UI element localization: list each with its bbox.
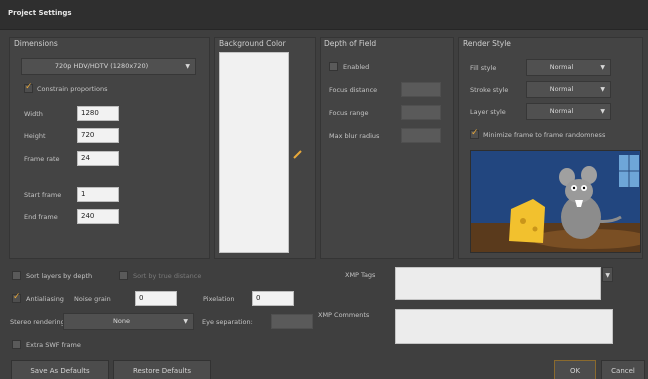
title-bar — [0, 0, 648, 30]
xmp-tags-dropdown-button[interactable]: ▼ — [602, 267, 613, 282]
pixelation-label: Pixelation — [203, 295, 235, 303]
check-icon: ✓ — [25, 82, 33, 92]
preset-dropdown[interactable]: 720p HDV/HDTV (1280x720) ▼ — [21, 58, 196, 75]
dimensions-title: Dimensions — [14, 39, 58, 48]
eye-separation-label: Eye separation: — [202, 318, 253, 326]
fill-style-label: Fill style — [470, 64, 497, 72]
save-as-defaults-button[interactable]: Save As Defaults — [11, 360, 109, 379]
chevron-down-icon: ▼ — [600, 86, 605, 93]
sort-true-distance-label: Sort by true distance — [133, 272, 202, 280]
end-frame-label: End frame — [24, 213, 58, 221]
focus-range-label: Focus range — [329, 109, 369, 117]
stereo-rendering-value: None — [113, 317, 130, 325]
focus-distance-field[interactable] — [401, 82, 441, 97]
check-icon: ✓ — [471, 128, 479, 138]
background-color-swatch[interactable] — [219, 52, 289, 253]
stereo-rendering-dropdown[interactable]: None ▼ — [63, 313, 194, 330]
sort-by-depth-label: Sort layers by depth — [26, 272, 93, 280]
stroke-style-value: Normal — [549, 85, 574, 93]
framerate-field[interactable]: 24 — [77, 151, 119, 166]
height-field[interactable]: 720 — [77, 128, 119, 143]
framerate-label: Frame rate — [24, 155, 60, 163]
chevron-down-icon: ▼ — [600, 108, 605, 115]
width-label: Width — [24, 110, 43, 118]
window-title: Project Settings — [8, 9, 72, 17]
dof-title: Depth of Field — [324, 39, 377, 48]
max-blur-field[interactable] — [401, 128, 441, 143]
chevron-down-icon: ▼ — [185, 63, 190, 70]
minimize-randomness-label: Minimize frame to frame randomness — [483, 131, 606, 139]
noise-grain-label: Noise grain — [74, 295, 111, 303]
start-frame-label: Start frame — [24, 191, 62, 199]
minimize-randomness-checkbox[interactable]: ✓ — [470, 128, 479, 139]
extra-swf-frame-label: Extra SWF frame — [26, 341, 81, 349]
preset-value: 720p HDV/HDTV (1280x720) — [54, 62, 149, 70]
chevron-down-icon: ▼ — [605, 272, 610, 279]
extra-swf-frame-checkbox[interactable] — [12, 340, 21, 349]
cancel-button[interactable]: Cancel — [601, 360, 645, 379]
xmp-comments-field[interactable] — [395, 309, 613, 344]
restore-defaults-button[interactable]: Restore Defaults — [113, 360, 211, 379]
ok-button[interactable]: OK — [554, 360, 596, 379]
xmp-tags-label: XMP Tags — [345, 271, 376, 279]
check-icon: ✓ — [13, 292, 21, 302]
background-title: Background Color — [219, 39, 286, 48]
render-style-title: Render Style — [463, 39, 511, 48]
start-frame-field[interactable]: 1 — [77, 187, 119, 202]
max-blur-label: Max blur radius — [329, 132, 380, 140]
constrain-label: Constrain proportions — [37, 85, 108, 93]
layer-style-label: Layer style — [470, 108, 506, 116]
pixelation-field[interactable]: 0 — [252, 291, 294, 306]
stroke-style-label: Stroke style — [470, 86, 509, 94]
dof-panel — [320, 37, 454, 259]
constrain-checkbox[interactable]: ✓ — [24, 82, 33, 93]
eye-separation-field[interactable] — [271, 314, 313, 329]
sort-true-distance-checkbox[interactable] — [119, 271, 128, 280]
xmp-tags-field[interactable] — [395, 267, 601, 300]
end-frame-field[interactable]: 240 — [77, 209, 119, 224]
width-field[interactable]: 1280 — [77, 106, 119, 121]
stroke-style-dropdown[interactable]: Normal ▼ — [526, 81, 611, 98]
dof-enabled-label: Enabled — [343, 63, 370, 71]
antialiasing-checkbox[interactable]: ✓ — [12, 292, 21, 303]
preview-image — [470, 150, 641, 253]
dof-enabled-checkbox[interactable] — [329, 62, 338, 71]
xmp-comments-label: XMP Comments — [318, 311, 370, 319]
chevron-down-icon: ▼ — [183, 318, 188, 325]
eyedropper-icon[interactable] — [292, 148, 304, 160]
sort-by-depth-checkbox[interactable] — [12, 271, 21, 280]
layer-style-dropdown[interactable]: Normal ▼ — [526, 103, 611, 120]
fill-style-value: Normal — [549, 63, 574, 71]
chevron-down-icon: ▼ — [600, 64, 605, 71]
stereo-rendering-label: Stereo rendering: — [10, 318, 67, 326]
focus-range-field[interactable] — [401, 105, 441, 120]
layer-style-value: Normal — [549, 107, 574, 115]
focus-distance-label: Focus distance — [329, 86, 378, 94]
fill-style-dropdown[interactable]: Normal ▼ — [526, 59, 611, 76]
noise-grain-field[interactable]: 0 — [135, 291, 177, 306]
height-label: Height — [24, 132, 46, 140]
antialiasing-label: Antialiasing — [26, 295, 64, 303]
